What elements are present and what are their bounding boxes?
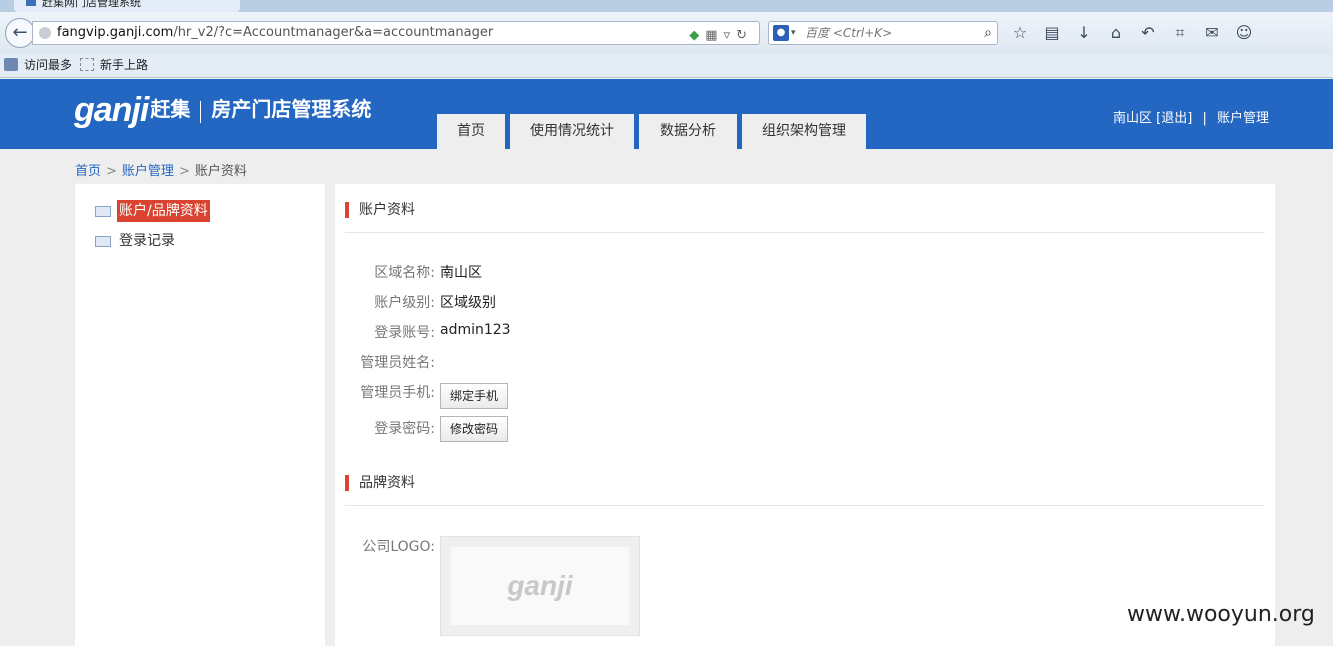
logo-cn: 赶集 bbox=[150, 97, 191, 121]
bookmarks-bar: 访问最多 新手上路 bbox=[0, 54, 1333, 78]
region-value: 南山区 bbox=[440, 265, 482, 281]
user-icon[interactable]: ☺ bbox=[1232, 22, 1256, 44]
download-icon[interactable]: ↓ bbox=[1072, 22, 1096, 44]
nav-tab-data-analysis[interactable]: 数据分析 bbox=[639, 114, 737, 149]
url-host: fangvip.ganji.com bbox=[57, 25, 174, 40]
level-label: 账户级别: bbox=[374, 295, 435, 311]
back-button[interactable]: ← bbox=[5, 18, 35, 48]
account-management-link[interactable]: 账户管理 bbox=[1217, 111, 1269, 126]
login-icon bbox=[95, 236, 111, 247]
tab-title: 赶集网门店管理系统 bbox=[42, 0, 141, 9]
crop-icon[interactable]: ⌗ bbox=[1168, 22, 1192, 44]
browser-toolbar: ☆ ▤ ↓ ⌂ ↶ ⌗ ✉ ☺ bbox=[1008, 22, 1264, 46]
bookmark-getting-started[interactable]: 新手上路 bbox=[80, 54, 148, 77]
dropdown-icon[interactable]: ▿ bbox=[724, 28, 737, 43]
company-logo-placeholder: ganji bbox=[451, 547, 629, 625]
favicon-icon bbox=[26, 0, 36, 6]
search-bar[interactable]: ● ▾ 百度 <Ctrl+K> ⌕ bbox=[768, 21, 998, 45]
breadcrumb-separator: > bbox=[178, 164, 190, 179]
tab-strip: 赶集网门店管理系统 bbox=[0, 0, 1333, 12]
sidebar-item-label: 登录记录 bbox=[119, 233, 175, 249]
site-header: ganji 赶集 房产门店管理系统 首页 使用情况统计 数据分析 组织架构管理 南山… bbox=[0, 79, 1333, 149]
undo-icon[interactable]: ↶ bbox=[1136, 22, 1160, 44]
nav-tab-usage-stats[interactable]: 使用情况统计 bbox=[510, 114, 634, 149]
bookmark-icon bbox=[80, 58, 94, 71]
home-icon[interactable]: ⌂ bbox=[1104, 22, 1128, 44]
logout-link[interactable]: [退出] bbox=[1156, 111, 1192, 126]
star-icon[interactable]: ☆ bbox=[1008, 22, 1032, 44]
logo-word: ganji bbox=[74, 91, 149, 129]
nav-tab-home[interactable]: 首页 bbox=[437, 114, 505, 149]
admin-name-label: 管理员姓名: bbox=[360, 355, 435, 371]
change-password-button[interactable]: 修改密码 bbox=[440, 416, 509, 442]
chat-icon[interactable]: ✉ bbox=[1200, 22, 1224, 44]
user-links: 南山区 [退出] | 账户管理 bbox=[1113, 107, 1269, 126]
breadcrumb-current: 账户资料 bbox=[194, 164, 247, 179]
breadcrumb-account-management[interactable]: 账户管理 bbox=[122, 164, 174, 179]
id-card-icon bbox=[95, 206, 111, 217]
browser-tab[interactable]: 赶集网门店管理系统 bbox=[14, 0, 240, 12]
company-logo-label: 公司LOGO: bbox=[362, 539, 435, 555]
search-placeholder: 百度 <Ctrl+K> bbox=[805, 26, 893, 40]
breadcrumb-home[interactable]: 首页 bbox=[75, 164, 101, 179]
watermark: www.wooyun.org bbox=[1127, 602, 1315, 627]
browser-navbar: ← fangvip.ganji.com/hr_v2/?c=Accountmana… bbox=[0, 12, 1333, 54]
breadcrumb: 首页 > 账户管理 > 账户资料 bbox=[75, 160, 247, 179]
section-title-brand: 品牌资料 bbox=[345, 475, 415, 491]
admin-phone-label: 管理员手机: bbox=[360, 385, 435, 401]
bookmark-label: 新手上路 bbox=[100, 58, 149, 72]
login-account-label: 登录账号: bbox=[374, 325, 435, 341]
password-label: 登录密码: bbox=[374, 421, 435, 437]
site-logo[interactable]: ganji 赶集 房产门店管理系统 bbox=[74, 91, 371, 131]
reload-icon[interactable]: ↻ bbox=[736, 28, 753, 43]
logo-divider bbox=[200, 101, 202, 123]
section-title-account: 账户资料 bbox=[345, 202, 415, 218]
url-icons: ◆▦▿↻ bbox=[689, 25, 753, 47]
main-nav: 首页 使用情况统计 数据分析 组织架构管理 bbox=[437, 114, 871, 149]
system-title: 房产门店管理系统 bbox=[211, 97, 372, 121]
url-bar[interactable]: fangvip.ganji.com/hr_v2/?c=Accountmanage… bbox=[32, 21, 760, 45]
url-path: /hr_v2/?c=Accountmanager&a=accountmanage… bbox=[173, 25, 494, 40]
breadcrumb-separator: > bbox=[106, 164, 117, 179]
reading-list-icon[interactable]: ▤ bbox=[1040, 22, 1064, 44]
bookmark-label: 访问最多 bbox=[24, 58, 73, 72]
section-divider bbox=[345, 232, 1265, 233]
sidebar-item-label: 账户/品牌资料 bbox=[117, 200, 210, 222]
shield-icon[interactable]: ◆ bbox=[689, 28, 705, 43]
baidu-icon[interactable]: ● bbox=[773, 25, 789, 41]
engine-caret-icon[interactable]: ▾ bbox=[791, 22, 796, 44]
sidebar: 账户/品牌资料 登录记录 bbox=[75, 184, 325, 646]
nav-tab-org-management[interactable]: 组织架构管理 bbox=[742, 114, 866, 149]
login-account-value: admin123 bbox=[440, 322, 511, 338]
region-label: 区域名称: bbox=[374, 265, 435, 281]
bookmark-icon bbox=[4, 58, 18, 71]
level-value: 区域级别 bbox=[440, 295, 496, 311]
bind-phone-button[interactable]: 绑定手机 bbox=[440, 383, 509, 409]
search-icon[interactable]: ⌕ bbox=[984, 22, 992, 44]
user-links-divider: | bbox=[1202, 111, 1207, 126]
company-logo-box: ganji bbox=[440, 536, 640, 636]
user-district: 南山区 bbox=[1113, 111, 1153, 126]
section-divider bbox=[345, 505, 1265, 506]
main-panel: 账户资料 区域名称: 南山区 账户级别: 区域级别 登录账号: admin123… bbox=[335, 184, 1275, 646]
qr-code-icon[interactable]: ▦ bbox=[705, 28, 723, 43]
bookmark-most-visited[interactable]: 访问最多 bbox=[4, 54, 72, 77]
globe-icon bbox=[39, 27, 51, 39]
